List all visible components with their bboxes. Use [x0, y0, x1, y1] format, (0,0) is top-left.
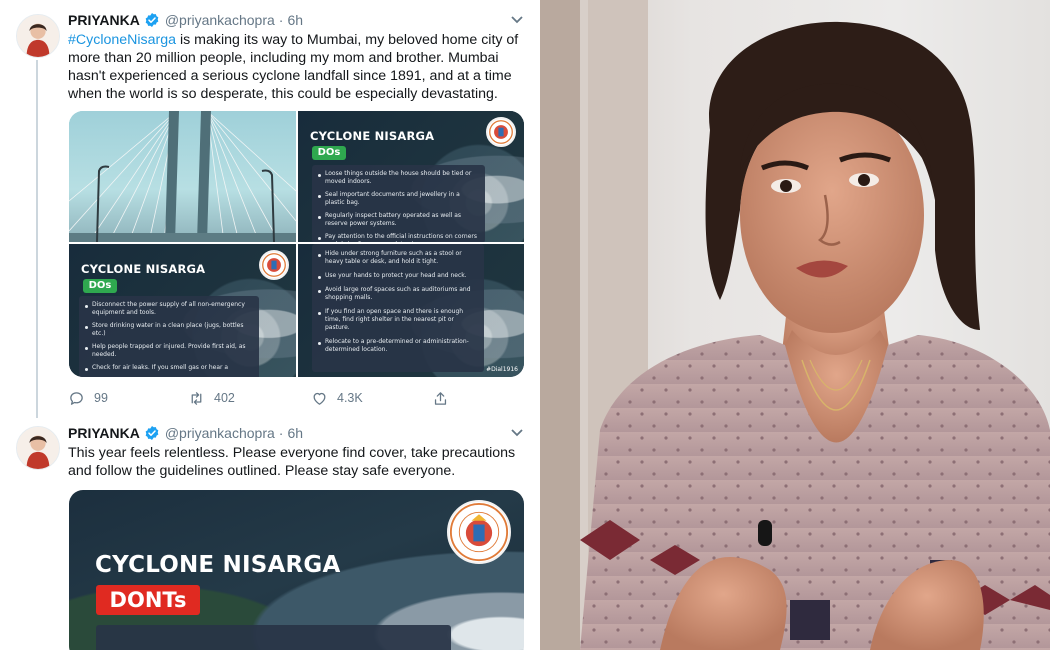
author-name[interactable]: PRIYANKA: [68, 12, 140, 28]
bmc-seal-icon: [259, 250, 289, 280]
tweet-feed: PRIYANKA @priyankachopra · 6h #CycloneNi…: [0, 0, 540, 650]
dos-infographic-3[interactable]: Hide under strong furniture such as a st…: [298, 244, 524, 377]
dos-list-box: Hide under strong furniture such as a st…: [312, 244, 484, 372]
tweet-body: #CycloneNisarga is making its way to Mum…: [68, 31, 530, 103]
like-icon: [313, 392, 326, 405]
donts-list-box: [96, 625, 451, 650]
avatar-portrait-icon: [17, 15, 59, 57]
retweet-button[interactable]: 402: [188, 388, 235, 408]
donts-infographic[interactable]: CYCLONE NISARGA DONTs: [69, 490, 524, 650]
dos-infographic-2[interactable]: CYCLONE NISARGA DOs Disconnect the power…: [69, 244, 296, 377]
tweet-timestamp[interactable]: 6h: [287, 425, 303, 441]
thread-connector: [36, 60, 38, 418]
dos-list-box: Disconnect the power supply of all non-e…: [79, 296, 259, 377]
reply-button[interactable]: 99: [68, 388, 108, 408]
reply-icon: [70, 391, 83, 405]
author-handle[interactable]: @priyankachopra: [165, 12, 275, 28]
dos-item: Avoid large roof spaces such as auditori…: [318, 286, 478, 302]
dos-item: Store drinking water in a clean place (j…: [85, 322, 253, 338]
bridge-photo[interactable]: [69, 111, 296, 242]
tweet-header: PRIYANKA @priyankachopra · 6h: [68, 424, 303, 442]
dos-item: Relocate to a pre-determined or administ…: [318, 338, 478, 354]
dos-item: Hide under strong furniture such as a st…: [318, 250, 478, 266]
tweet-header: PRIYANKA @priyankachopra · 6h: [68, 11, 303, 29]
tweet-timestamp[interactable]: 6h: [287, 12, 303, 28]
reply-count: 99: [94, 391, 108, 405]
dos-list-box: Loose things outside the house should be…: [312, 165, 485, 242]
author-handle[interactable]: @priyankachopra: [165, 425, 275, 441]
verified-badge-icon: [145, 13, 159, 27]
dos-tag: DOs: [312, 146, 346, 160]
infographic-title: CYCLONE NISARGA: [95, 552, 341, 578]
like-button[interactable]: 4.3K: [311, 388, 363, 408]
infographic-title: CYCLONE NISARGA: [310, 129, 435, 143]
dos-tag: DOs: [83, 279, 117, 293]
tweet-body-text: This year feels relentless. Please every…: [68, 445, 516, 479]
author-name[interactable]: PRIYANKA: [68, 425, 140, 441]
bmc-seal-icon: [447, 500, 511, 564]
separator-dot: ·: [278, 425, 284, 441]
woman-portrait-image: [540, 0, 1050, 650]
hashtag-link[interactable]: #CycloneNisarga: [68, 32, 176, 48]
share-button[interactable]: [432, 388, 458, 408]
dos-item: Pay attention to the official instructio…: [318, 233, 479, 242]
verified-badge-icon: [145, 426, 159, 440]
retweet-count: 402: [214, 391, 235, 405]
dos-item: Seal important documents and jewellery i…: [318, 191, 479, 207]
tweet-actions: 99 402 4.3K: [68, 388, 468, 408]
donts-tag: DONTs: [96, 585, 200, 615]
dos-item: Regularly inspect battery operated as we…: [318, 212, 479, 228]
dos-item: Disconnect the power supply of all non-e…: [85, 301, 253, 317]
bmc-seal-icon: [486, 117, 516, 147]
separator-dot: ·: [278, 12, 284, 28]
helpline-hashtag: #Dial1916: [486, 366, 518, 373]
tweet-image-grid: CYCLONE NISARGA DOs Loose things outside…: [69, 111, 524, 377]
dos-item: Help people trapped or injured. Provide …: [85, 343, 253, 359]
dos-item: If you find an open space and there is e…: [318, 308, 478, 332]
sea-link-bridge-image: [69, 111, 296, 242]
dos-item: Check for air leaks. If you smell gas or…: [85, 364, 253, 372]
portrait-photo: [540, 0, 1050, 650]
retweet-icon: [191, 391, 202, 405]
dos-infographic-1[interactable]: CYCLONE NISARGA DOs Loose things outside…: [298, 111, 524, 242]
like-count: 4.3K: [337, 391, 363, 405]
avatar-portrait-icon: [17, 427, 59, 469]
chevron-down-icon[interactable]: [510, 15, 524, 25]
infographic-title: CYCLONE NISARGA: [81, 262, 206, 276]
dos-item: Loose things outside the house should be…: [318, 170, 479, 186]
chevron-down-icon[interactable]: [510, 428, 524, 438]
share-icon: [434, 391, 447, 405]
avatar[interactable]: [16, 14, 60, 58]
dos-item: Use your hands to protect your head and …: [318, 272, 478, 280]
avatar[interactable]: [16, 426, 60, 470]
